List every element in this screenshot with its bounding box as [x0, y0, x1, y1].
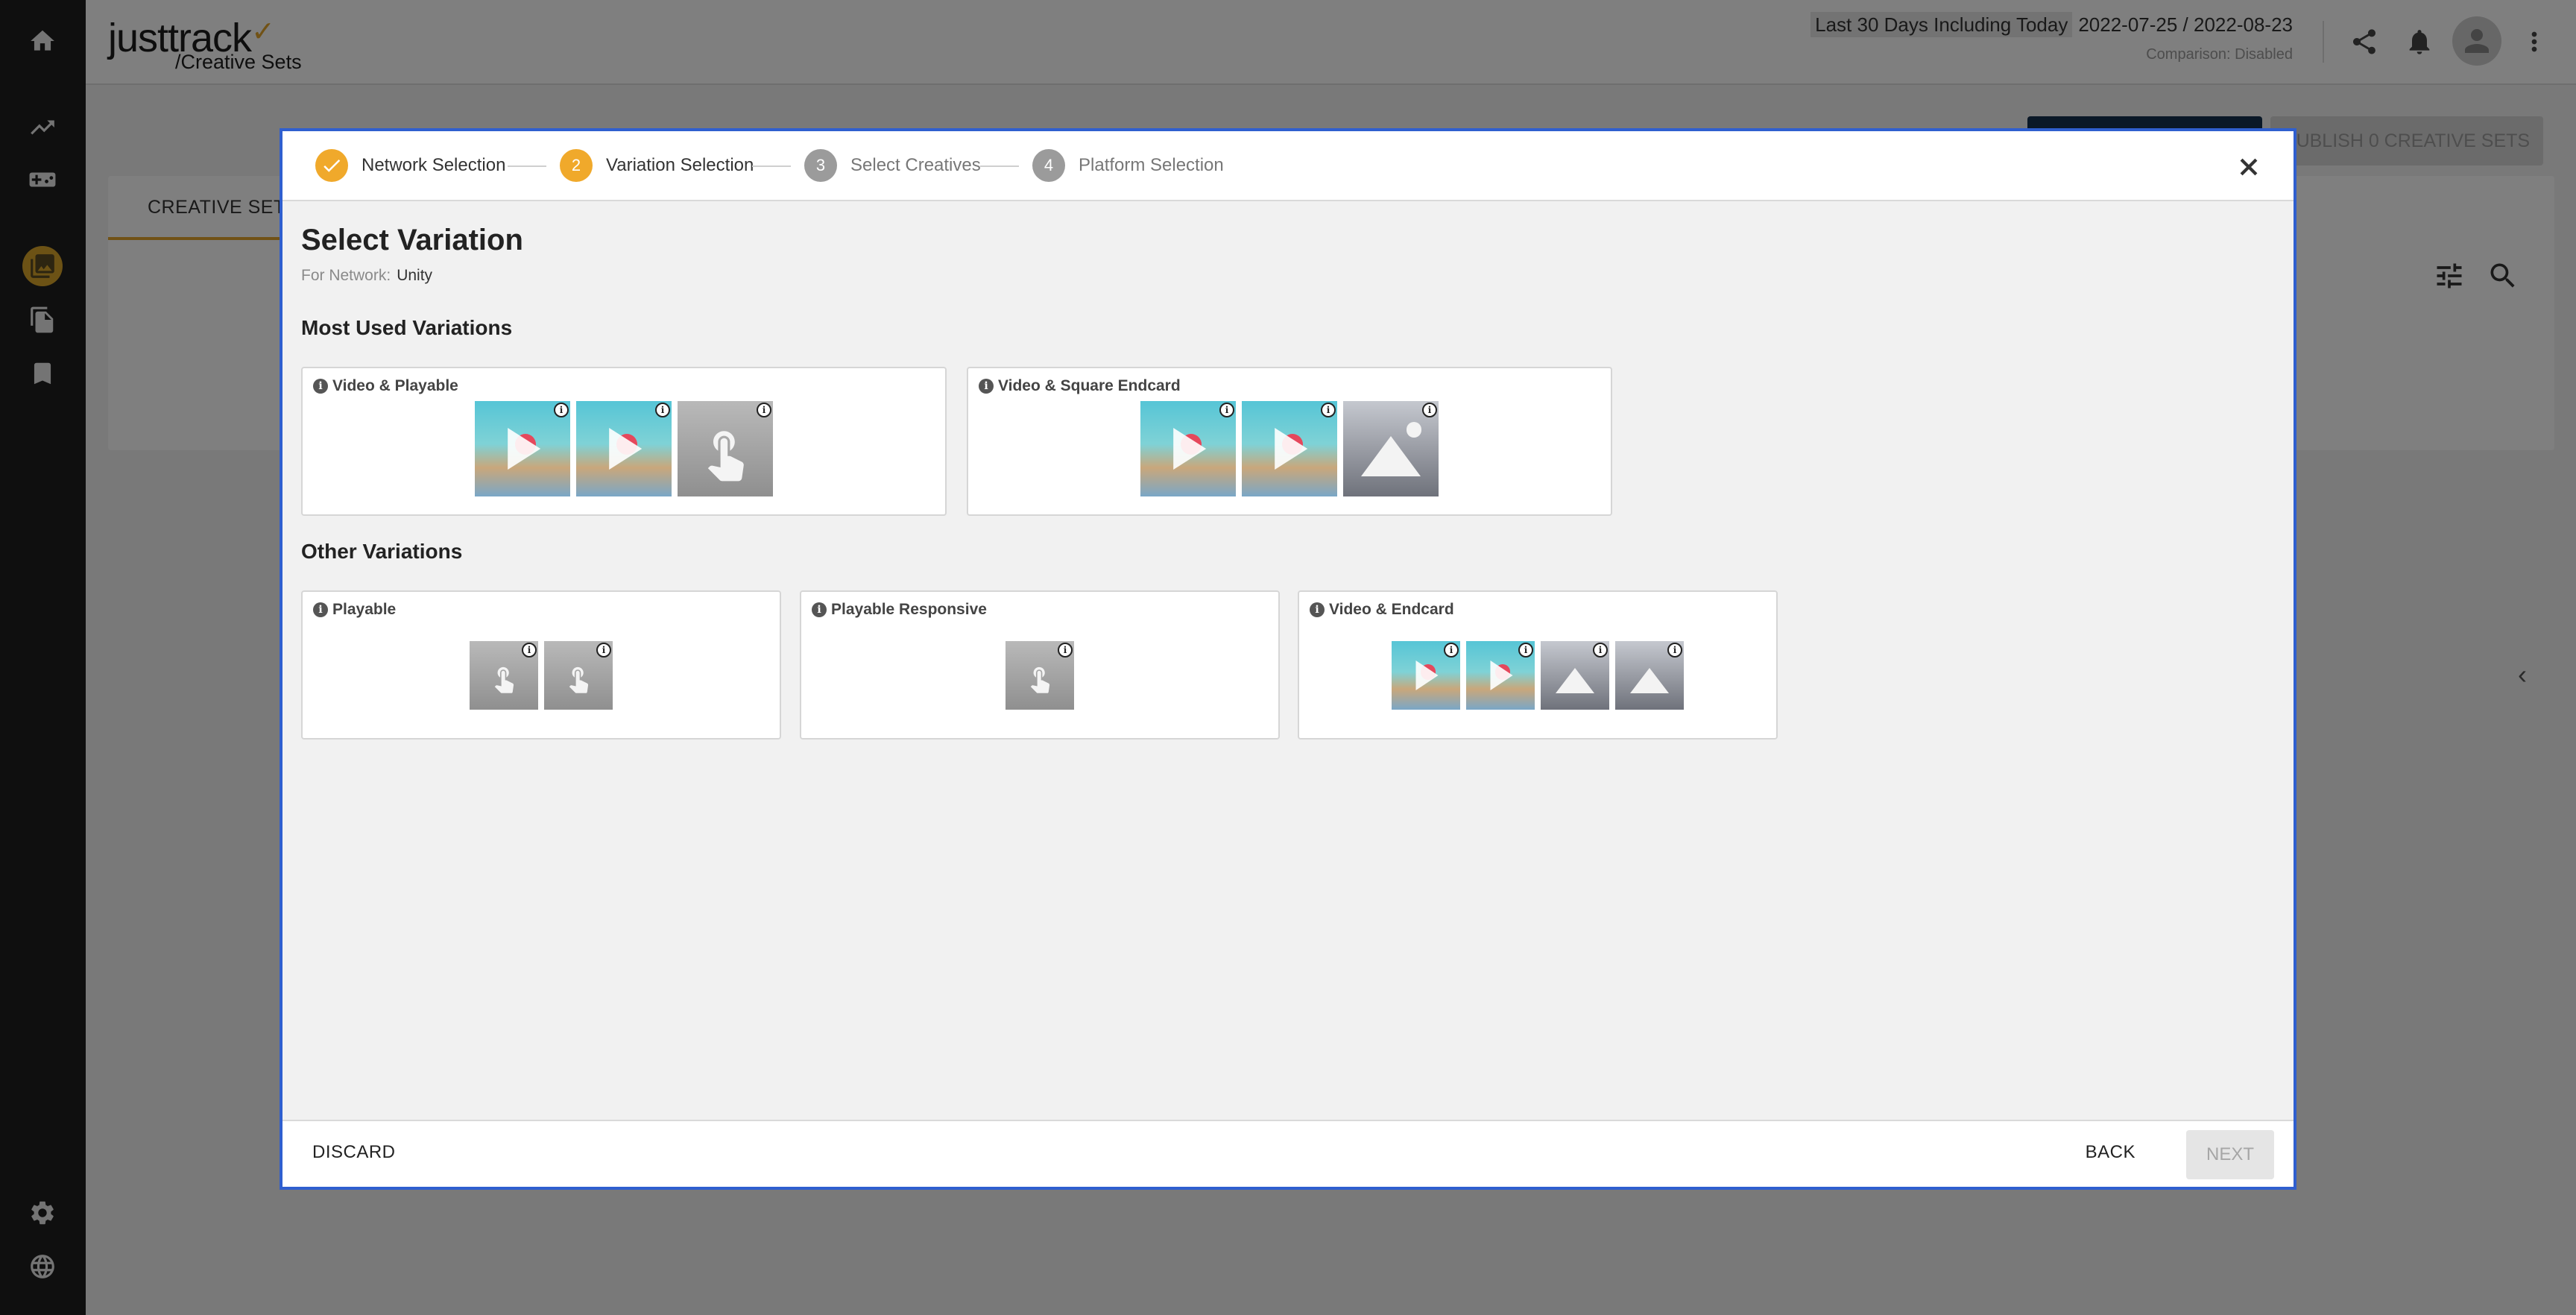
- image-thumbnail: i: [1541, 641, 1609, 710]
- variation-card-header: i Playable Responsive: [812, 601, 987, 619]
- stepper: Network Selection 2 Variation Selection …: [282, 131, 2294, 201]
- step-network-selection[interactable]: Network Selection: [315, 149, 505, 182]
- network-label: For Network:: [301, 267, 391, 284]
- step-connector: [980, 165, 1019, 167]
- sun-shape: [1406, 422, 1421, 438]
- mountain-icon: [1361, 436, 1421, 477]
- image-thumbnail: i: [1615, 641, 1684, 710]
- network-info: For Network: Unity: [301, 267, 432, 285]
- touch-hand-icon: [564, 663, 593, 693]
- variation-title: Video & Square Endcard: [998, 377, 1181, 394]
- info-icon[interactable]: i: [1518, 643, 1533, 658]
- info-icon[interactable]: i: [1219, 403, 1234, 417]
- step-number: 4: [1032, 149, 1065, 182]
- play-icon: [1490, 660, 1513, 690]
- step-variation-selection[interactable]: 2 Variation Selection: [560, 149, 754, 182]
- step-connector: [508, 165, 546, 167]
- variation-thumbnails: i i i: [968, 401, 1611, 496]
- video-thumbnail: i: [475, 401, 570, 496]
- variation-title: Video & Playable: [332, 377, 458, 394]
- check-icon: [315, 149, 348, 182]
- step-number: 2: [560, 149, 593, 182]
- section-title-most-used: Most Used Variations: [301, 316, 513, 339]
- variation-card-playable[interactable]: i Playable i i: [301, 590, 781, 740]
- info-icon[interactable]: i: [1444, 643, 1459, 658]
- step-connector: [752, 165, 791, 167]
- close-icon[interactable]: [2232, 151, 2265, 183]
- image-thumbnail: i: [1343, 401, 1439, 496]
- step-platform-selection[interactable]: 4 Platform Selection: [1032, 149, 1224, 182]
- variation-card-video-playable[interactable]: i Video & Playable i i i: [301, 367, 947, 516]
- step-number: 3: [804, 149, 837, 182]
- section-title-other: Other Variations: [301, 540, 463, 563]
- info-icon[interactable]: i: [1058, 643, 1073, 658]
- variation-card-video-endcard[interactable]: i Video & Endcard i i i i: [1298, 590, 1778, 740]
- play-icon: [1275, 428, 1308, 470]
- info-icon[interactable]: i: [313, 379, 328, 394]
- variation-thumbnails: i i: [303, 641, 780, 710]
- variation-card-playable-responsive[interactable]: i Playable Responsive i: [800, 590, 1280, 740]
- info-icon[interactable]: i: [757, 403, 771, 417]
- mountain-icon: [1630, 668, 1669, 694]
- info-icon[interactable]: i: [313, 602, 328, 617]
- play-icon: [1415, 660, 1439, 690]
- mountain-icon: [1556, 668, 1594, 694]
- variation-card-header: i Playable: [313, 601, 396, 619]
- video-thumbnail: i: [576, 401, 672, 496]
- play-icon: [508, 428, 541, 470]
- step-label: Platform Selection: [1079, 155, 1224, 175]
- next-button[interactable]: NEXT: [2186, 1130, 2274, 1179]
- video-thumbnail: i: [1466, 641, 1535, 710]
- variation-title: Playable Responsive: [831, 601, 987, 618]
- info-icon[interactable]: i: [522, 643, 537, 658]
- variation-thumbnails: i: [801, 641, 1278, 710]
- step-label: Variation Selection: [606, 155, 754, 175]
- dialog-title: Select Variation: [301, 224, 523, 256]
- variation-card-video-square-endcard[interactable]: i Video & Square Endcard i i i: [967, 367, 1612, 516]
- info-icon[interactable]: i: [554, 403, 569, 417]
- playable-thumbnail: i: [544, 641, 613, 710]
- info-icon[interactable]: i: [1593, 643, 1608, 658]
- play-icon: [1173, 428, 1207, 470]
- step-label: Select Creatives: [850, 155, 981, 175]
- info-icon[interactable]: i: [596, 643, 611, 658]
- variation-dialog: Network Selection 2 Variation Selection …: [280, 128, 2296, 1190]
- variation-card-header: i Video & Endcard: [1310, 601, 1454, 619]
- step-select-creatives[interactable]: 3 Select Creatives: [804, 149, 981, 182]
- info-icon[interactable]: i: [1667, 643, 1682, 658]
- variation-title: Video & Endcard: [1329, 601, 1454, 618]
- back-button[interactable]: BACK: [2086, 1142, 2135, 1163]
- info-icon[interactable]: i: [979, 379, 994, 394]
- info-icon[interactable]: i: [1310, 602, 1325, 617]
- playable-thumbnail: i: [678, 401, 773, 496]
- info-icon[interactable]: i: [1422, 403, 1437, 417]
- playable-thumbnail: i: [470, 641, 538, 710]
- video-thumbnail: i: [1140, 401, 1236, 496]
- discard-button[interactable]: DISCARD: [312, 1142, 396, 1163]
- variation-title: Playable: [332, 601, 397, 618]
- variation-thumbnails: i i i i: [1299, 641, 1776, 710]
- playable-thumbnail: i: [1006, 641, 1074, 710]
- play-icon: [609, 428, 643, 470]
- info-icon[interactable]: i: [812, 602, 827, 617]
- network-value: Unity: [397, 267, 433, 284]
- info-icon[interactable]: i: [1321, 403, 1336, 417]
- variation-card-header: i Video & Playable: [313, 377, 458, 395]
- variation-card-header: i Video & Square Endcard: [979, 377, 1181, 395]
- info-icon[interactable]: i: [655, 403, 670, 417]
- video-thumbnail: i: [1392, 641, 1460, 710]
- touch-hand-icon: [489, 663, 519, 693]
- step-label: Network Selection: [362, 155, 506, 175]
- variation-thumbnails: i i i: [303, 401, 945, 496]
- touch-hand-icon: [697, 424, 754, 482]
- dialog-footer: DISCARD BACK NEXT: [282, 1120, 2294, 1187]
- touch-hand-icon: [1025, 663, 1055, 693]
- video-thumbnail: i: [1242, 401, 1337, 496]
